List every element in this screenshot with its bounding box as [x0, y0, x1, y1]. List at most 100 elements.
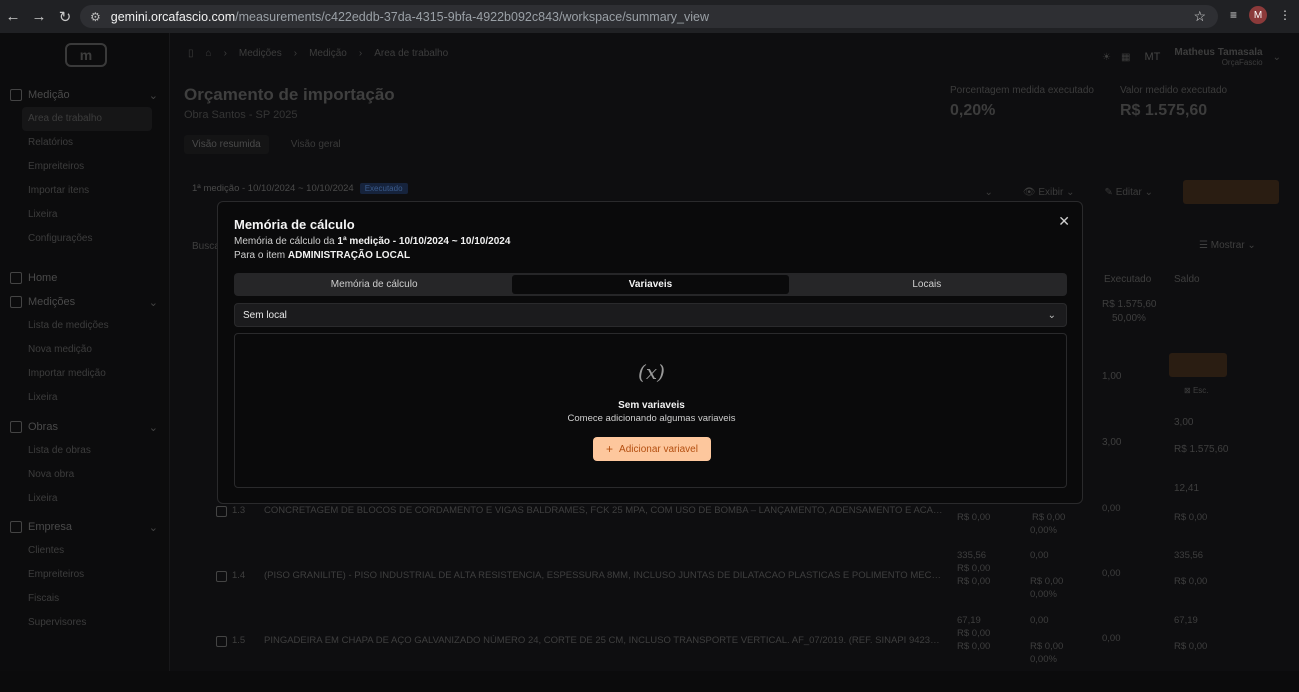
empty-title: Sem variaveis	[618, 400, 685, 411]
browser-toolbar: ← → ↻ ⚙ gemini.orcafascio.com /measureme…	[0, 0, 1299, 33]
orange-chip[interactable]	[1169, 353, 1227, 377]
row-checkbox[interactable]	[216, 506, 227, 517]
sidebar-item-importar-medicao[interactable]: Importar medição	[0, 362, 170, 386]
sidebar-group-home: Home	[0, 266, 170, 290]
period-label[interactable]: 1ª medição - 10/10/2024 ~ 10/10/2024	[192, 183, 354, 194]
bookmark-star-icon[interactable]: ☆	[1193, 8, 1206, 25]
breadcrumb-medicoes[interactable]: Medições	[239, 48, 282, 59]
database-icon	[10, 421, 22, 433]
home-icon[interactable]: ⌂	[206, 48, 212, 59]
reload-icon[interactable]: ↻	[52, 4, 78, 30]
forward-icon[interactable]: →	[26, 4, 52, 30]
tab-visao-geral[interactable]: Visão geral	[291, 135, 341, 154]
modal-subtitle-period: Memória de cálculo da 1ª medição - 10/10…	[234, 236, 511, 247]
sidebar-toggle-icon[interactable]: ▯	[188, 48, 194, 59]
plus-icon: +	[606, 442, 614, 456]
page-subtitle: Obra Santos - SP 2025	[184, 109, 298, 121]
table-row[interactable]: 1.5 PINGADEIRA EM CHAPA DE AÇO GALVANIZA…	[216, 615, 1279, 692]
sidebar-group-obras: Obras ⌄ Lista de obras Nova obra Lixeira	[0, 415, 170, 511]
sidebar-item-lista-medicoes[interactable]: Lista de medições	[0, 314, 170, 338]
profile-avatar[interactable]: M	[1249, 6, 1267, 24]
sidebar-item-supervisores[interactable]: Supervisores	[0, 611, 170, 635]
app-logo[interactable]: m	[65, 43, 107, 67]
table-row[interactable]: 1.4 (PISO GRANILITE) - PISO INDUSTRIAL D…	[216, 550, 1279, 627]
local-select[interactable]: Sem local ⌄	[234, 303, 1067, 327]
apps-grid-icon[interactable]: ▦	[1121, 52, 1130, 63]
local-select-value: Sem local	[243, 309, 287, 321]
document-icon	[10, 296, 22, 308]
sidebar-item-lixeira[interactable]: Lixeira	[0, 203, 170, 227]
sidebar-item-area-de-trabalho[interactable]: Area de trabalho	[22, 107, 152, 131]
search-label: Busca	[192, 241, 220, 252]
sidebar-head-home[interactable]: Home	[0, 266, 170, 290]
tab-memoria-calculo[interactable]: Memória de cálculo	[236, 275, 512, 294]
table-row[interactable]: 1.3 CONCRETAGEM DE BLOCOS DE CORDAMENTO …	[216, 502, 1279, 562]
url-host: gemini.orcafascio.com	[110, 9, 236, 24]
user-avatar[interactable]: MT	[1140, 45, 1164, 69]
sidebar-head-empresa[interactable]: Empresa ⌄	[0, 515, 170, 539]
tab-visao-resumida[interactable]: Visão resumida	[184, 135, 269, 154]
sidebar-group-medicao: Medição ⌄ Area de trabalho Relatórios Emp…	[0, 83, 170, 251]
sidebar-head-medicoes[interactable]: Medições ⌄	[0, 290, 170, 314]
sidebar-item-nova-obra[interactable]: Nova obra	[0, 463, 170, 487]
media-icon[interactable]: ≡	[1230, 8, 1237, 22]
chevron-down-icon[interactable]: ⌄	[984, 187, 992, 198]
close-icon[interactable]: ✕	[1058, 213, 1070, 230]
tab-locais[interactable]: Locais	[789, 275, 1065, 294]
action-button[interactable]	[1183, 180, 1279, 204]
address-bar[interactable]: ⚙ gemini.orcafascio.com /measurements/c4…	[80, 5, 1218, 28]
sidebar-head-medicao[interactable]: Medição ⌄	[0, 83, 170, 107]
memoria-calculo-modal: Memória de cálculo ✕ Memória de cálculo …	[217, 201, 1083, 504]
sidebar-item-lixeira[interactable]: Lixeira	[0, 487, 170, 511]
mostrar-button[interactable]: ☰ Mostrar ⌄	[1199, 240, 1256, 251]
url-path: /measurements/c422eddb-37da-4315-9bfa-49…	[235, 9, 710, 24]
back-icon[interactable]: ←	[0, 4, 26, 30]
breadcrumb-area: Area de trabalho	[374, 48, 449, 59]
site-settings-icon[interactable]: ⚙	[90, 10, 101, 24]
row-checkbox[interactable]	[216, 571, 227, 582]
sidebar-group-medicoes: Medições ⌄ Lista de medições Nova medição…	[0, 290, 170, 410]
cell-1575: R$ 1.575,60	[1174, 444, 1229, 455]
cell-1241: 12,41	[1174, 483, 1200, 494]
sidebar-item-empreiteiros[interactable]: Empreiteiros	[0, 155, 170, 179]
sidebar-item-nova-medicao[interactable]: Nova medição	[0, 338, 170, 362]
breadcrumb-medicao[interactable]: Medição	[309, 48, 347, 59]
chevron-down-icon: ⌄	[148, 296, 158, 309]
sidebar-item-fiscais[interactable]: Fiscais	[0, 587, 170, 611]
col-executado: Executado	[1104, 274, 1152, 285]
sidebar-item-empreiteiros[interactable]: Empreiteiros	[0, 563, 170, 587]
empty-state: (x) Sem variaveis Comece adicionando alg…	[234, 333, 1067, 488]
home-icon	[10, 272, 22, 284]
menu-dots-icon[interactable]: ⋮	[1279, 8, 1291, 22]
document-icon	[10, 89, 22, 101]
sidebar-head-obras[interactable]: Obras ⌄	[0, 415, 170, 439]
sidebar-item-relatorios[interactable]: Relatórios	[0, 131, 170, 155]
add-variable-button[interactable]: + Adicionar variavel	[593, 437, 711, 461]
building-icon	[10, 521, 22, 533]
tab-variaveis[interactable]: Variaveis	[512, 275, 789, 294]
chevron-down-icon[interactable]: ⌄	[1273, 52, 1281, 63]
variable-icon: (x)	[638, 360, 665, 384]
user-name: Matheus Tamasala	[1174, 47, 1263, 58]
view-tabs: Visão resumida Visão geral	[184, 135, 341, 154]
modal-tabs: Memória de cálculo Variaveis Locais	[234, 273, 1067, 296]
sidebar-item-clientes[interactable]: Clientes	[0, 539, 170, 563]
status-badge: Executado	[359, 183, 408, 194]
sidebar-item-importar-itens[interactable]: Importar itens	[0, 179, 170, 203]
exibir-button[interactable]: 👁 Exibir ⌄	[1023, 187, 1075, 198]
cell-300b: 3,00	[1102, 437, 1122, 448]
esc-label[interactable]: ⊠ Esc.	[1184, 386, 1209, 395]
period-row: 1ª medição - 10/10/2024 ~ 10/10/2024 Exe…	[192, 183, 408, 194]
row-checkbox[interactable]	[216, 636, 227, 647]
stat-value: Valor medido executado R$ 1.575,60	[1120, 85, 1228, 119]
col-saldo: Saldo	[1174, 274, 1200, 285]
sidebar-item-lista-obras[interactable]: Lista de obras	[0, 439, 170, 463]
theme-sun-icon[interactable]: ☀	[1102, 52, 1111, 63]
chevron-down-icon: ⌄	[148, 89, 158, 102]
modal-title: Memória de cálculo	[234, 217, 355, 232]
sidebar-item-lixeira[interactable]: Lixeira	[0, 386, 170, 410]
sidebar-item-configuracoes[interactable]: Configurações	[0, 227, 170, 251]
user-org: OrçaFascio	[1221, 58, 1263, 67]
empty-subtitle: Comece adicionando algumas variaveis	[567, 413, 736, 424]
editar-button[interactable]: ✎ Editar ⌄	[1105, 187, 1153, 198]
